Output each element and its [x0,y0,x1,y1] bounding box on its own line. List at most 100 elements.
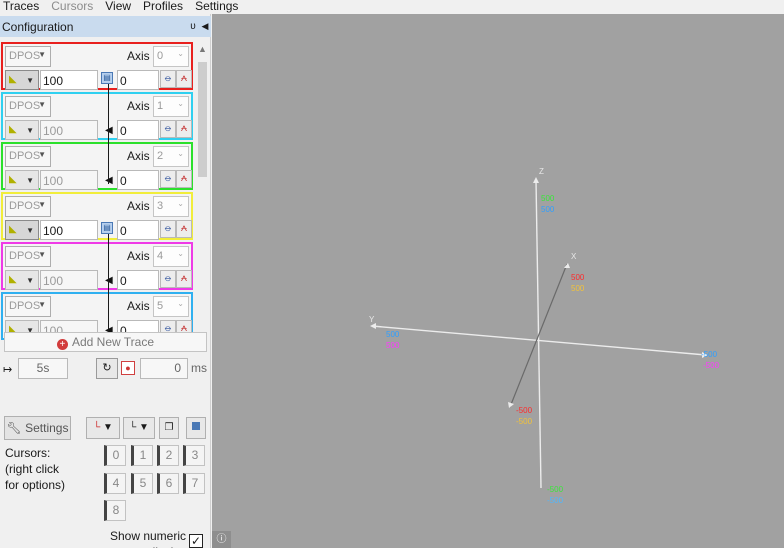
offset-input[interactable]: 0 [117,170,159,190]
chevron-down-icon: ▼ [38,150,46,159]
cursor-button-4[interactable]: 4 [104,473,126,494]
chevron-down-icon: ▼ [26,276,34,285]
cursor-button-2[interactable]: 2 [157,445,179,466]
y-neg-label-a: -500 [701,350,718,359]
offset-reset-icon[interactable]: ⦵ [160,220,176,238]
cursor-button-5[interactable]: 5 [131,473,153,494]
auto-offset-icon[interactable]: ⩜ [176,170,192,188]
menu-view[interactable]: View [102,0,131,14]
signal-value: DPOS [9,50,41,62]
trace-row: DPOS▼Axis1⌄◣▼100◀0⦵⩜ [1,92,193,140]
cursor-button-0[interactable]: 0 [104,445,126,466]
axis-select[interactable]: 5 ⌄ [153,296,189,317]
offset-input[interactable]: 0 [117,70,159,90]
settings-button[interactable]: 🔧︎ Settings [4,416,71,440]
link-icon[interactable]: ▤ [101,72,113,84]
scale-input[interactable]: 100 [40,120,98,140]
color-button[interactable] [186,417,206,439]
scale-mode-button[interactable]: ◣ ▼ [5,170,39,190]
signal-value: DPOS [9,250,41,262]
signal-select[interactable]: DPOS ▼ [5,246,51,267]
signal-select[interactable]: DPOS ▼ [5,296,51,317]
menu-cursors[interactable]: Cursors [48,0,93,14]
scale-input[interactable]: 100 [40,270,98,290]
plot-area[interactable]: Z X Y 500 500 500 500 500 500 -500 -500 … [212,14,784,548]
offset-input[interactable]: 0 [117,220,159,240]
y-axis-label: Y [369,315,375,324]
offset-reset-icon[interactable]: ⦵ [160,70,176,88]
menu-profiles[interactable]: Profiles [140,0,183,14]
copy-button[interactable]: ❐ [159,417,179,439]
chevron-down-icon: ▼ [38,100,46,109]
auto-offset-icon[interactable]: ⩜ [176,220,192,238]
axis-select[interactable]: 4 ⌄ [153,246,189,267]
y-neg-label-b: -500 [703,361,720,370]
z-pos-label-a: 500 [541,194,555,203]
scale-mode-button[interactable]: ◣ ▼ [5,120,39,140]
plot-mode-button[interactable]: └ ▼ [123,417,155,439]
time-window-icon: ↦ [3,364,13,376]
axis-value: 3 [157,200,164,212]
axis-label: Axis [127,299,150,313]
delay-input[interactable]: 0 [140,358,188,379]
record-icon[interactable]: ● [121,361,135,375]
x-axis-line [509,263,568,408]
trace-list-scrollbar[interactable]: ▲ ▼ [195,42,210,344]
scale-input[interactable]: 100 [40,170,98,190]
scale-input[interactable]: 100 [40,220,98,240]
auto-offset-icon[interactable]: ⩜ [176,70,192,88]
show-numeric-checkbox[interactable]: ✓ [189,534,203,548]
add-trace-label: Add New Trace [71,335,155,349]
z-axis-arrow [533,177,539,183]
signal-select[interactable]: DPOS ▼ [5,46,51,67]
trace-link-line [108,84,109,184]
collapse-icon[interactable]: ◀ [199,21,211,32]
scale-mode-button[interactable]: ◣ ▼ [5,220,39,240]
scale-icon: ◣ [9,274,17,285]
offset-reset-icon[interactable]: ⦵ [160,170,176,188]
cursor-button-1[interactable]: 1 [131,445,153,466]
scrollbar-thumb[interactable] [198,62,207,177]
menu-traces[interactable]: Traces [0,0,39,14]
cursors-label: Cursors: (right click for options) [5,445,75,493]
copy-icon: ❐ [164,422,174,433]
time-window-input[interactable]: 5s [18,358,68,379]
auto-offset-icon[interactable]: ⩜ [176,120,192,138]
scale-mode-button[interactable]: ◣ ▼ [5,70,39,90]
info-icon[interactable]: ⓘ [212,531,231,548]
cursor-button-6[interactable]: 6 [157,473,179,494]
add-new-trace-button[interactable]: + Add New Trace [4,332,207,352]
scroll-up-icon[interactable]: ▲ [198,44,207,54]
offset-input[interactable]: 0 [117,270,159,290]
scale-input[interactable]: 100 [40,70,98,90]
chevron-down-icon: ▼ [26,76,34,85]
signal-value: DPOS [9,200,41,212]
offset-reset-icon[interactable]: ⦵ [160,120,176,138]
scale-mode-button[interactable]: ◣ ▼ [5,270,39,290]
cursor-button-3[interactable]: 3 [183,445,205,466]
link-icon[interactable]: ▤ [101,222,113,234]
offset-input[interactable]: 0 [117,120,159,140]
axis-select[interactable]: 2 ⌄ [153,146,189,167]
axes-mode-button[interactable]: └ ▼ [86,417,120,439]
y-pos-label-a: 500 [386,330,400,339]
offset-reset-icon[interactable]: ⦵ [160,270,176,288]
trigger-icon[interactable]: ↻ [96,358,118,379]
chevron-down-icon: ⌄ [177,99,184,108]
signal-select[interactable]: DPOS ▼ [5,96,51,117]
menu-settings[interactable]: Settings [192,0,238,14]
axes-3d-icon: └ [93,422,101,433]
auto-offset-icon[interactable]: ⩜ [176,270,192,288]
cursor-button-8[interactable]: 8 [104,500,126,521]
axis-select[interactable]: 0 ⌄ [153,46,189,67]
configuration-panel: Configuration ᴜ ◀ DPOS ▼ Axis 0 ⌄ ◣ ▼ 100 ▤ 0 ⦵ ⩜ DP… [0,14,211,548]
scale-icon: ◣ [9,124,17,135]
cursor-button-7[interactable]: 7 [183,473,205,494]
x-neg-label-b: -500 [516,417,533,426]
axis-select[interactable]: 3 ⌄ [153,196,189,217]
signal-select[interactable]: DPOS ▼ [5,196,51,217]
pin-icon[interactable]: ᴜ [187,21,199,32]
axis-select[interactable]: 1 ⌄ [153,96,189,117]
panel-title: Configuration [2,19,74,34]
signal-select[interactable]: DPOS ▼ [5,146,51,167]
